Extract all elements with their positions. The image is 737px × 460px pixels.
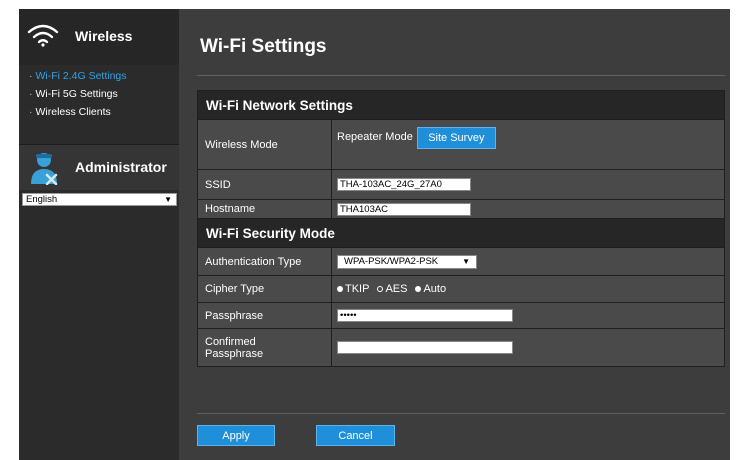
admin-icon [31, 153, 58, 185]
radio-unselected-icon [377, 286, 384, 292]
row-hostname: Hostname [198, 200, 724, 219]
wireless-mode-label: Wireless Mode [198, 120, 332, 169]
radio-selected-icon [415, 286, 422, 292]
chevron-down-icon: ▼ [462, 256, 470, 266]
page-title: Wi-Fi Settings [200, 36, 327, 57]
sidebar-item-wifi-5g-settings[interactable]: · Wi-Fi 5G Settings [19, 85, 179, 103]
sidebar-item-administrator[interactable]: Administrator [19, 144, 179, 190]
ssid-input[interactable] [337, 178, 471, 191]
row-ssid: SSID [198, 170, 724, 200]
sidebar-item-wireless-clients[interactable]: · Wireless Clients [19, 103, 179, 121]
hostname-label: Hostname [198, 200, 332, 218]
bullet-icon: · [29, 70, 33, 82]
router-admin-window: Wireless · Wi-Fi 2.4G Settings · Wi-Fi 5G … [19, 9, 730, 460]
admin-label: Administrator [75, 159, 167, 175]
row-wireless-mode: Wireless Mode Repeater Mode Site Survey [198, 120, 724, 170]
cipher-tkip-label: TKIP [345, 283, 370, 295]
hostname-value-cell [332, 200, 724, 218]
chevron-down-icon: ▼ [164, 195, 172, 204]
authentication-type-value-cell: WPA-PSK/WPA2-PSK ▼ [332, 248, 724, 275]
sidebar-item-label: Wireless Clients [35, 106, 111, 118]
wireless-mode-value: Repeater Mode [337, 131, 413, 143]
cipher-tkip-radio[interactable]: TKIP [337, 283, 369, 295]
cancel-button[interactable]: Cancel [316, 425, 395, 446]
authentication-type-select[interactable]: WPA-PSK/WPA2-PSK ▼ [337, 254, 477, 269]
wireless-mode-value-cell: Repeater Mode Site Survey [332, 120, 724, 169]
bullet-icon: · [29, 106, 33, 118]
row-confirmed-passphrase: Confirmed Passphrase [198, 329, 724, 366]
ssid-value-cell [332, 170, 724, 199]
confirmed-passphrase-label-line2: Passphrase [205, 347, 264, 360]
hostname-input[interactable] [337, 202, 471, 216]
confirmed-passphrase-label-line1: Confirmed [205, 335, 256, 348]
wifi-icon [27, 24, 59, 47]
radio-selected-icon [337, 286, 343, 292]
passphrase-label: Passphrase [198, 303, 332, 328]
title-divider [197, 75, 725, 76]
cipher-aes-radio[interactable]: AES [377, 283, 407, 295]
cipher-type-value-cell: TKIP AES Auto [332, 276, 724, 302]
authentication-type-label: Authentication Type [198, 248, 332, 275]
section-header-network: Wi-Fi Network Settings [198, 91, 724, 120]
confirmed-passphrase-value-cell [332, 329, 724, 366]
main-panel: Wi-Fi Settings Wi-Fi Network Settings Wi… [179, 9, 730, 460]
sidebar-nav: · Wi-Fi 2.4G Settings · Wi-Fi 5G Settings … [19, 67, 179, 121]
row-cipher-type: Cipher Type TKIP AES Auto [198, 276, 724, 303]
passphrase-input[interactable] [337, 309, 513, 322]
sidebar: Wireless · Wi-Fi 2.4G Settings · Wi-Fi 5G … [19, 9, 179, 460]
language-select[interactable]: English ▼ [22, 193, 177, 206]
confirmed-passphrase-label: Confirmed Passphrase [198, 329, 332, 366]
section-header-security: Wi-Fi Security Mode [198, 219, 724, 248]
row-authentication-type: Authentication Type WPA-PSK/WPA2-PSK ▼ [198, 248, 724, 276]
ssid-label: SSID [198, 170, 332, 199]
cipher-type-radio-group: TKIP AES Auto [337, 283, 454, 295]
settings-table: Wi-Fi Network Settings Wireless Mode Rep… [197, 90, 725, 367]
cipher-aes-label: AES [385, 283, 408, 295]
apply-button[interactable]: Apply [197, 425, 275, 446]
sidebar-item-label: Wi-Fi 5G Settings [35, 88, 118, 100]
sidebar-item-wifi-24g-settings[interactable]: · Wi-Fi 2.4G Settings [19, 67, 179, 85]
site-survey-button[interactable]: Site Survey [416, 127, 496, 149]
authentication-type-value: WPA-PSK/WPA2-PSK [344, 255, 439, 267]
cipher-auto-radio[interactable]: Auto [415, 283, 446, 295]
sidebar-header: Wireless [19, 9, 179, 65]
language-value: English [26, 194, 58, 205]
bottom-divider [197, 413, 725, 414]
passphrase-value-cell [332, 303, 724, 328]
bullet-icon: · [29, 88, 33, 100]
sidebar-item-label: Wi-Fi 2.4G Settings [35, 70, 127, 82]
row-passphrase: Passphrase [198, 303, 724, 329]
confirmed-passphrase-input[interactable] [337, 341, 513, 354]
sidebar-title: Wireless [75, 28, 133, 44]
cipher-type-label: Cipher Type [198, 276, 332, 302]
cipher-auto-label: Auto [423, 283, 447, 295]
